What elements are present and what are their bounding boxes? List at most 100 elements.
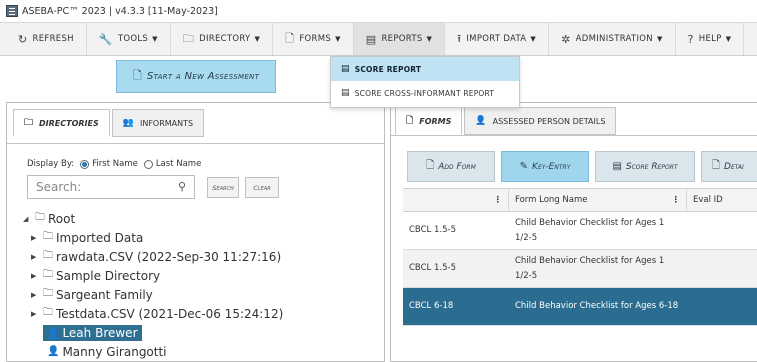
dropdown-score-report-label: Score Report: [354, 64, 422, 74]
dropdown-score-cross-informant-report[interactable]: ▤ Score Cross-Informant Report: [331, 81, 519, 105]
column-header-eval-id[interactable]: Eval ID: [687, 189, 757, 211]
tree-item[interactable]: ▶ 🗀 Testdata.CSV (2021-Dec-06 15:24:12): [23, 304, 283, 323]
table-row[interactable]: CBCL 1.5-5 Child Behavior Checklist for …: [403, 250, 757, 288]
radio-last-name-label: Last Name: [155, 159, 202, 169]
tree-person-selected[interactable]: 👤 Leah Brewer: [23, 323, 283, 342]
menu-reports[interactable]: ▤ Reports ▼: [353, 23, 446, 55]
details-label: Detai: [724, 161, 744, 172]
start-new-assessment-button[interactable]: 🗋 Start a New Assessment: [116, 60, 276, 93]
tab-forms[interactable]: 🗋 Forms: [395, 107, 463, 135]
menu-forms[interactable]: 🗋 Forms ▼: [273, 23, 354, 55]
edit-icon: ✎: [519, 161, 529, 172]
folder-icon: 🗀: [182, 31, 195, 45]
score-report-button[interactable]: ▤ Score Report: [595, 151, 695, 182]
cell-form-long-name: Child Behavior Checklist for Ages 6-18: [515, 301, 679, 311]
search-input[interactable]: Search: ⚲: [27, 175, 195, 199]
tab-assessed-person-details[interactable]: 👤 Assessed Person Details: [464, 107, 617, 135]
help-icon: ?: [687, 32, 694, 46]
forms-grid: ⋮ Form Long Name ⋮ Eval ID CBCL 1.5-5 Ch…: [403, 188, 757, 326]
menu-help[interactable]: ? Help ▼: [676, 23, 745, 55]
menu-forms-label: Forms: [299, 34, 332, 44]
details-button[interactable]: 🗋 Detai: [701, 151, 757, 182]
dropdown-score-report[interactable]: ▤ Score Report: [331, 57, 519, 81]
caret-down-icon: ▼: [725, 35, 732, 43]
title-bar: ASEBA-PC™ 2023 | v4.3.3 [11-May-2023]: [0, 0, 757, 22]
folder-icon: 🗀: [43, 269, 53, 280]
upload-icon: ⭱: [457, 31, 462, 45]
column-header-label: Eval ID: [693, 195, 723, 205]
column-header-label: Form Long Name: [515, 195, 588, 205]
menu-directory[interactable]: 🗀 Directory ▼: [171, 23, 274, 55]
cell-form: CBCL 1.5-5: [409, 225, 456, 235]
menu-directory-label: Directory: [199, 34, 251, 44]
directories-panel: 🗀 Directories 👥 Informants Display By: F…: [6, 102, 385, 362]
caret-down-icon: ▼: [152, 35, 158, 43]
menu-refresh[interactable]: ↻ Refresh: [6, 23, 87, 55]
column-header-form-long-name[interactable]: Form Long Name ⋮: [509, 189, 687, 211]
tree-root-label: Root: [48, 211, 76, 226]
folder-icon: 🗀: [35, 212, 45, 223]
search-button[interactable]: Search: [207, 177, 239, 198]
column-menu-icon[interactable]: ⋮: [494, 195, 503, 205]
caret-down-icon: ▼: [656, 35, 663, 43]
person-icon: 👤: [47, 328, 60, 340]
expand-right-icon[interactable]: ▶: [31, 234, 43, 242]
add-form-label: Add Form: [438, 161, 476, 172]
tab-informants[interactable]: 👥 Informants: [111, 109, 205, 137]
report-icon: ▤: [341, 88, 350, 98]
menu-import-data[interactable]: ⭱ Import Data ▼: [445, 23, 550, 55]
gear-icon: ✲: [561, 32, 571, 46]
add-form-button[interactable]: 🗋 Add Form: [407, 151, 495, 182]
caret-down-icon: ▼: [530, 35, 537, 43]
menu-bar: ↻ Refresh 🔧 Tools ▼ 🗀 Directory ▼ 🗋 Form…: [0, 22, 757, 56]
cell-eval-id: [687, 288, 757, 325]
table-row[interactable]: CBCL 1.5-5 Child Behavior Checklist for …: [403, 212, 757, 250]
search-icon: ⚲: [177, 180, 186, 193]
column-header-form[interactable]: ⋮: [403, 189, 509, 211]
report-icon: ▤: [341, 64, 350, 74]
menu-tools-label: Tools: [117, 34, 149, 44]
cell-form: CBCL 1.5-5: [409, 263, 456, 273]
expand-right-icon[interactable]: ▶: [31, 272, 43, 280]
expand-right-icon[interactable]: ▶: [31, 310, 43, 318]
search-placeholder: Search:: [36, 180, 82, 194]
tab-informants-label: Informants: [139, 118, 194, 128]
menu-import-data-label: Import Data: [466, 34, 527, 44]
tree-item[interactable]: ▶ 🗀 rawdata.CSV (2022-Sep-30 11:27:16): [23, 247, 283, 266]
people-icon: 👥: [122, 118, 134, 128]
document-icon: 🗋: [426, 160, 435, 171]
menu-reports-label: Reports: [381, 34, 423, 44]
radio-first-name[interactable]: [80, 159, 90, 169]
radio-last-name[interactable]: [143, 159, 153, 169]
tab-assessed-person-details-label: Assessed Person Details: [492, 116, 606, 126]
expand-right-icon[interactable]: ▶: [31, 253, 43, 261]
right-tab-strip: 🗋 Forms 👤 Assessed Person Details: [395, 107, 618, 135]
cell-eval-id: [687, 212, 757, 249]
document-icon: 🗋: [406, 116, 414, 126]
tab-directories[interactable]: 🗀 Directories: [13, 109, 110, 137]
menu-tools[interactable]: 🔧 Tools ▼: [87, 23, 171, 55]
dropdown-cross-informant-label: Score Cross-Informant Report: [354, 88, 495, 98]
caret-down-icon: ▼: [254, 35, 261, 43]
tree-item[interactable]: ▶ 🗀 Imported Data: [23, 228, 283, 247]
expand-right-icon[interactable]: ▶: [31, 291, 43, 299]
caret-down-icon: ▼: [335, 35, 341, 43]
tree-person[interactable]: 👤 Manny Girangotti: [23, 342, 283, 361]
wrench-icon: 🔧: [98, 32, 113, 46]
tree-person-label: 👤 Leah Brewer: [43, 324, 142, 341]
tab-directories-label: Directories: [39, 118, 99, 128]
menu-administration[interactable]: ✲ Administration ▼: [549, 23, 676, 55]
directory-tree: ◢ 🗀 Root ▶ 🗀 Imported Data ▶ 🗀 rawdata.C…: [23, 209, 283, 361]
tree-item[interactable]: ▶ 🗀 Sargeant Family: [23, 285, 283, 304]
clear-button[interactable]: Clear: [245, 177, 279, 198]
key-entry-button[interactable]: ✎ Key-Entry: [501, 151, 589, 182]
column-menu-icon[interactable]: ⋮: [672, 195, 681, 205]
table-row-selected[interactable]: CBCL 6-18 Child Behavior Checklist for A…: [403, 288, 757, 326]
expand-down-icon[interactable]: ◢: [23, 215, 35, 223]
tree-item[interactable]: ▶ 🗀 Sample Directory: [23, 266, 283, 285]
tree-root[interactable]: ◢ 🗀 Root: [23, 209, 283, 228]
caret-down-icon: ▼: [426, 35, 433, 43]
refresh-icon: ↻: [18, 32, 28, 46]
cell-form: CBCL 6-18: [409, 301, 454, 311]
cell-form-long-name: Child Behavior Checklist for Ages 1 1/2-…: [515, 217, 665, 243]
